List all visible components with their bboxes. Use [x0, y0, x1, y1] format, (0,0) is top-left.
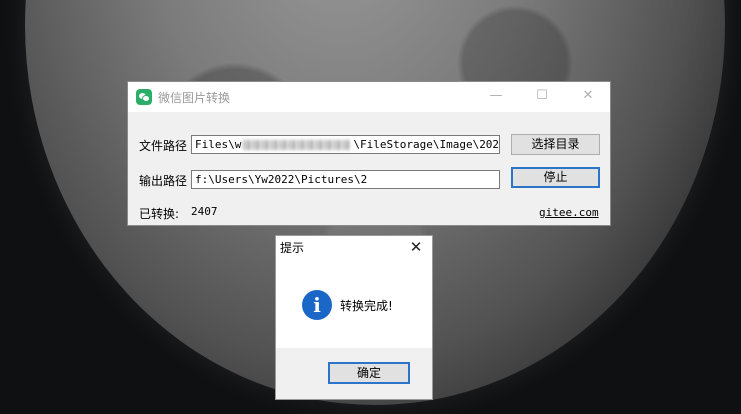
- wechat-icon: [136, 89, 152, 105]
- title-bar[interactable]: 微信图片转换 — ☐ ✕: [128, 82, 610, 112]
- minimize-button[interactable]: —: [473, 82, 519, 112]
- file-path-prefix: Files\w: [195, 138, 242, 151]
- info-icon: i: [302, 290, 332, 320]
- stop-button[interactable]: 停止: [511, 167, 600, 188]
- dialog-title: 提示: [280, 241, 305, 255]
- gitee-link[interactable]: gitee.com: [539, 206, 599, 219]
- file-path-label: 文件路径: [139, 139, 188, 153]
- output-path-field[interactable]: f:\Users\Yw2022\Pictures\2: [191, 170, 500, 189]
- redacted-segment: [243, 140, 352, 150]
- dialog-footer: 确定: [276, 348, 432, 399]
- close-button[interactable]: ✕: [565, 82, 611, 112]
- output-path-label: 输出路径: [139, 174, 188, 188]
- window-title: 微信图片转换: [158, 91, 231, 105]
- dialog-close-icon[interactable]: ✕: [404, 236, 428, 258]
- dialog-message: 转换完成!: [340, 299, 393, 313]
- file-path-field[interactable]: Files\w \FileStorage\Image\2022-03: [191, 135, 500, 154]
- ok-button[interactable]: 确定: [328, 362, 410, 384]
- converter-window: 微信图片转换 — ☐ ✕ 文件路径 Files\w \FileStorage\Im…: [127, 81, 611, 226]
- file-path-suffix: \FileStorage\Image\2022-03: [353, 138, 500, 151]
- converted-count: 2407: [191, 205, 218, 218]
- maximize-button[interactable]: ☐: [519, 82, 565, 112]
- choose-directory-button[interactable]: 选择目录: [511, 134, 600, 155]
- message-dialog: 提示 ✕ i 转换完成! 确定: [275, 235, 433, 400]
- converted-label: 已转换:: [139, 207, 180, 221]
